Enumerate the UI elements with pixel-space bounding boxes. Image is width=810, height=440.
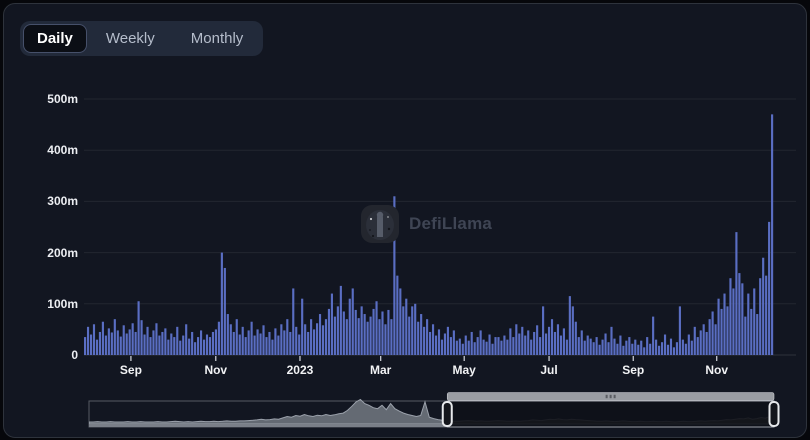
datazoom-selected-window[interactable] bbox=[446, 400, 775, 428]
minimap-baseline bbox=[89, 424, 448, 427]
datazoom-right-handle[interactable] bbox=[768, 401, 780, 427]
scrollbar-grip-dots bbox=[605, 394, 608, 399]
datazoom-left-handle[interactable] bbox=[441, 401, 453, 427]
datazoom-navigator[interactable] bbox=[4, 4, 807, 438]
scrollbar-grip-dots bbox=[609, 394, 612, 399]
scrollbar-grip-dots bbox=[613, 394, 616, 399]
chart-card: Daily Weekly Monthly 0 100m 200m 300m 400m 50… bbox=[3, 3, 807, 438]
